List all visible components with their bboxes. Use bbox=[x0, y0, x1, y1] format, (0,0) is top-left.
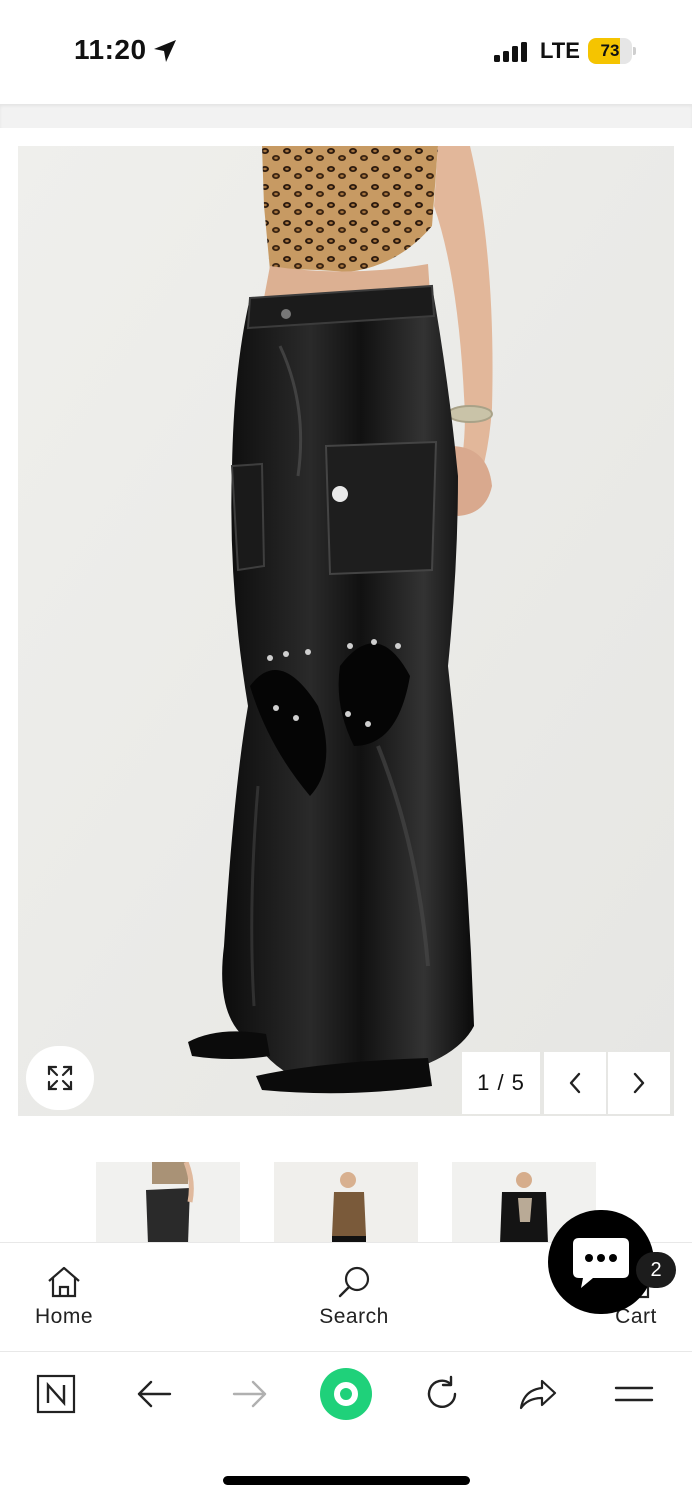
share-icon bbox=[519, 1379, 557, 1410]
thumbnail-1[interactable] bbox=[96, 1162, 240, 1244]
gallery-counter-text: 1 / 5 bbox=[477, 1070, 525, 1095]
nav-search[interactable]: Search bbox=[300, 1243, 408, 1353]
gallery-next-button[interactable] bbox=[608, 1052, 670, 1114]
gallery-prev-button[interactable] bbox=[544, 1052, 606, 1114]
expand-icon bbox=[47, 1065, 73, 1091]
status-time: 11:20 bbox=[74, 34, 147, 65]
search-icon bbox=[338, 1266, 370, 1298]
thumbnail-2[interactable] bbox=[274, 1162, 418, 1244]
back-arrow-icon bbox=[137, 1380, 172, 1408]
home-circle-icon bbox=[320, 1368, 372, 1420]
battery-percent: 73 bbox=[600, 41, 620, 60]
chevron-left-icon bbox=[569, 1072, 581, 1094]
chevron-right-icon bbox=[633, 1072, 645, 1094]
nav-search-label: Search bbox=[319, 1305, 389, 1328]
forward-arrow-icon bbox=[232, 1380, 267, 1408]
product-photo bbox=[18, 146, 674, 1116]
forward-button[interactable] bbox=[218, 1362, 282, 1426]
menu-icon bbox=[614, 1386, 654, 1402]
gallery-counter: 1 / 5 bbox=[462, 1052, 540, 1114]
menu-button[interactable] bbox=[602, 1362, 666, 1426]
nav-home-label: Home bbox=[34, 1305, 94, 1328]
thumbnail-image bbox=[274, 1162, 418, 1244]
home-icon bbox=[48, 1266, 80, 1298]
header-divider bbox=[0, 104, 692, 128]
status-bar: 11:20 LTE 73 bbox=[0, 0, 692, 104]
chat-icon bbox=[573, 1238, 629, 1288]
cart-count-badge: 2 bbox=[636, 1252, 676, 1288]
network-type: LTE bbox=[540, 38, 580, 63]
reload-button[interactable] bbox=[410, 1362, 474, 1426]
reload-icon bbox=[427, 1375, 457, 1408]
tabs-button[interactable] bbox=[24, 1362, 88, 1426]
home-circle-button[interactable] bbox=[314, 1362, 378, 1426]
signal-bars-icon bbox=[494, 42, 527, 62]
nav-home[interactable]: Home bbox=[16, 1243, 112, 1353]
tabs-n-icon bbox=[36, 1374, 76, 1414]
location-arrow-icon bbox=[154, 40, 176, 62]
battery-icon: 73 bbox=[588, 38, 636, 64]
browser-toolbar bbox=[0, 1352, 692, 1442]
home-indicator[interactable] bbox=[223, 1476, 470, 1485]
thumbnail-image bbox=[96, 1162, 240, 1244]
zoom-button[interactable] bbox=[26, 1046, 94, 1110]
product-image[interactable] bbox=[18, 146, 674, 1116]
share-button[interactable] bbox=[506, 1362, 570, 1426]
back-button[interactable] bbox=[122, 1362, 186, 1426]
